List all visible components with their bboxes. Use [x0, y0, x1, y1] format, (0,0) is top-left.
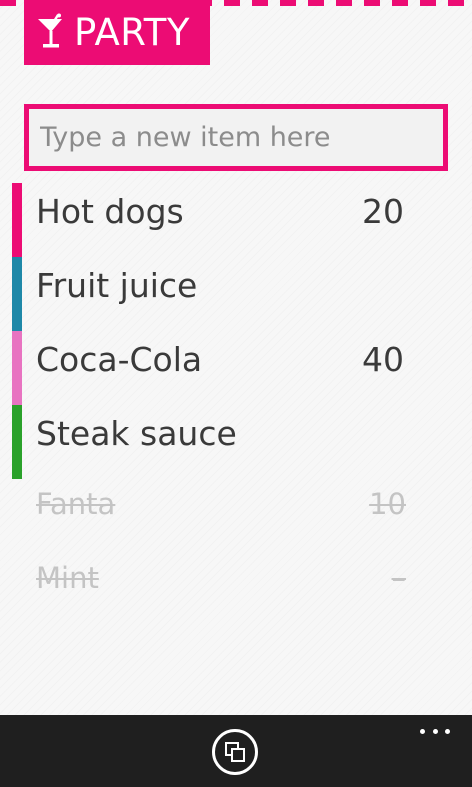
- item-color-bar: [12, 331, 22, 405]
- item-quantity: –: [391, 561, 407, 595]
- page-title: PARTY: [74, 10, 190, 54]
- list-title-tile[interactable]: PARTY: [24, 0, 210, 65]
- item-quantity: 10: [369, 487, 406, 521]
- item-name: Hot dogs: [36, 192, 184, 231]
- list-item[interactable]: Steak sauce: [12, 405, 452, 479]
- application-bar: [0, 715, 472, 787]
- item-quantity: 40: [362, 340, 404, 379]
- dot: [445, 728, 450, 734]
- switch-list-button[interactable]: [212, 729, 258, 775]
- switch-list-icon: [225, 742, 245, 762]
- item-name: Coca-Cola: [36, 340, 203, 379]
- item-quantity: 20: [362, 192, 404, 231]
- item-color-bar: [12, 257, 22, 331]
- list-item[interactable]: Hot dogs 20: [12, 183, 452, 257]
- new-item-input[interactable]: [29, 109, 443, 166]
- item-name: Fruit juice: [36, 266, 198, 305]
- dot: [420, 728, 425, 734]
- shopping-list: Hot dogs 20 Fruit juice Coca-Cola 40 Ste…: [12, 183, 452, 627]
- item-color-bar: [12, 183, 22, 257]
- item-color-bar: [12, 405, 22, 479]
- item-name: Steak sauce: [36, 414, 237, 453]
- more-options-icon[interactable]: [420, 721, 450, 741]
- item-name: Fanta: [36, 487, 116, 521]
- new-item-field-box[interactable]: [24, 104, 448, 171]
- list-item[interactable]: Fruit juice: [12, 257, 452, 331]
- item-name: Mint: [36, 561, 99, 595]
- dot: [432, 728, 438, 734]
- list-item-completed[interactable]: Fanta 10: [12, 479, 452, 553]
- list-item[interactable]: Coca-Cola 40: [12, 331, 452, 405]
- list-item-completed[interactable]: Mint –: [12, 553, 452, 627]
- cocktail-glass-icon: [38, 13, 62, 47]
